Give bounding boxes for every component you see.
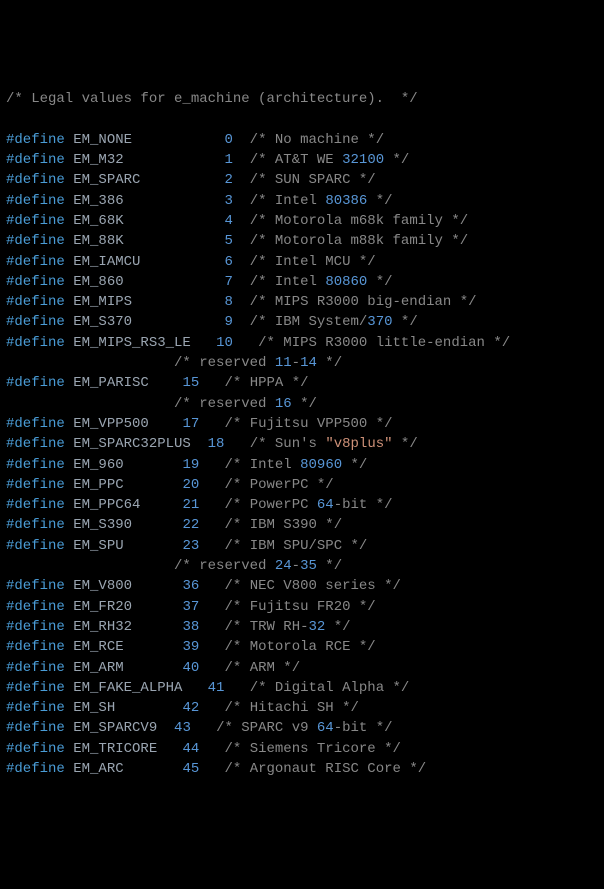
define-line: #define EM_88K 5 /* Motorola m88k family…: [6, 231, 598, 251]
define-line: #define EM_MIPS 8 /* MIPS R3000 big-endi…: [6, 292, 598, 312]
define-line: #define EM_SPARC32PLUS 18 /* Sun's "v8pl…: [6, 434, 598, 454]
blank-line: [6, 109, 598, 129]
define-line: #define EM_ARC 45 /* Argonaut RISC Core …: [6, 759, 598, 779]
define-line: #define EM_IAMCU 6 /* Intel MCU */: [6, 252, 598, 272]
define-line: #define EM_ARM 40 /* ARM */: [6, 658, 598, 678]
define-line: #define EM_MIPS_RS3_LE 10 /* MIPS R3000 …: [6, 333, 598, 353]
define-line: #define EM_S370 9 /* IBM System/370 */: [6, 312, 598, 332]
define-line: #define EM_M32 1 /* AT&T WE 32100 */: [6, 150, 598, 170]
define-line: #define EM_RH32 38 /* TRW RH-32 */: [6, 617, 598, 637]
define-line: #define EM_S390 22 /* IBM S390 */: [6, 515, 598, 535]
define-line: #define EM_TRICORE 44 /* Siemens Tricore…: [6, 739, 598, 759]
define-line: #define EM_NONE 0 /* No machine */: [6, 130, 598, 150]
reserved-comment: /* reserved 24-35 */: [6, 556, 598, 576]
define-line: #define EM_RCE 39 /* Motorola RCE */: [6, 637, 598, 657]
header-comment: /* Legal values for e_machine (architect…: [6, 89, 598, 109]
define-line: #define EM_PARISC 15 /* HPPA */: [6, 373, 598, 393]
define-line: #define EM_SPARCV9 43 /* SPARC v9 64-bit…: [6, 718, 598, 738]
define-line: #define EM_VPP500 17 /* Fujitsu VPP500 *…: [6, 414, 598, 434]
define-line: #define EM_SH 42 /* Hitachi SH */: [6, 698, 598, 718]
code-view: /* Legal values for e_machine (architect…: [6, 89, 598, 779]
define-line: #define EM_FR20 37 /* Fujitsu FR20 */: [6, 597, 598, 617]
reserved-comment: /* reserved 11-14 */: [6, 353, 598, 373]
define-line: #define EM_V800 36 /* NEC V800 series */: [6, 576, 598, 596]
define-line: #define EM_860 7 /* Intel 80860 */: [6, 272, 598, 292]
define-line: #define EM_960 19 /* Intel 80960 */: [6, 455, 598, 475]
define-line: #define EM_SPARC 2 /* SUN SPARC */: [6, 170, 598, 190]
define-line: #define EM_SPU 23 /* IBM SPU/SPC */: [6, 536, 598, 556]
reserved-comment: /* reserved 16 */: [6, 394, 598, 414]
define-line: #define EM_68K 4 /* Motorola m68k family…: [6, 211, 598, 231]
define-line: #define EM_PPC64 21 /* PowerPC 64-bit */: [6, 495, 598, 515]
define-line: #define EM_PPC 20 /* PowerPC */: [6, 475, 598, 495]
define-line: #define EM_FAKE_ALPHA 41 /* Digital Alph…: [6, 678, 598, 698]
define-line: #define EM_386 3 /* Intel 80386 */: [6, 191, 598, 211]
